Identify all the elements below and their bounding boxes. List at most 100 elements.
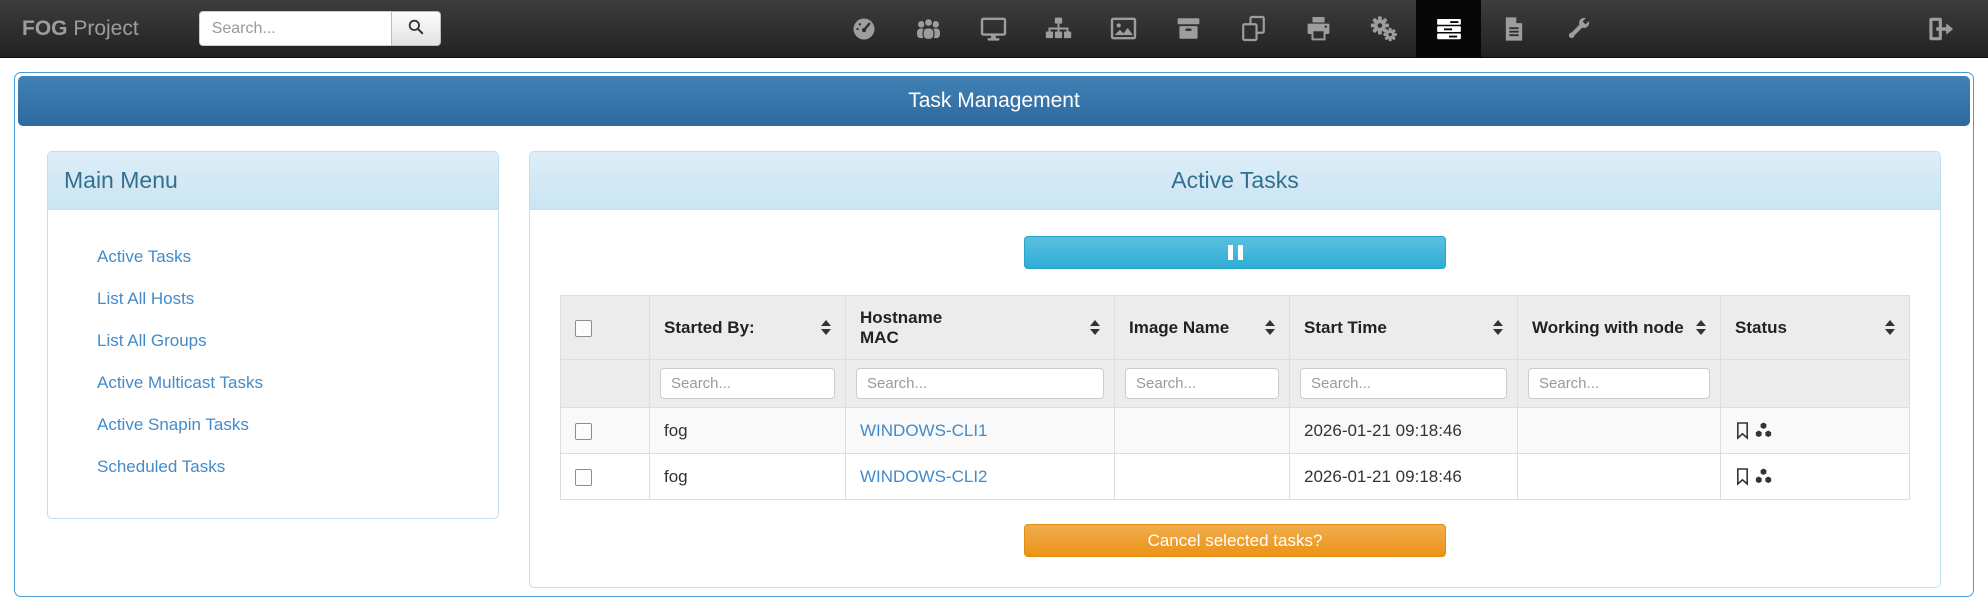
main-menu-body: Active Tasks List All Hosts List All Gro… bbox=[48, 210, 498, 518]
status-cell bbox=[1735, 421, 1895, 440]
service-gears-icon bbox=[1370, 16, 1397, 42]
search-input[interactable] bbox=[198, 11, 391, 46]
nav-configuration[interactable] bbox=[1546, 0, 1611, 58]
users-icon bbox=[917, 17, 940, 40]
table-filter-row bbox=[560, 359, 1910, 408]
nav-dashboard[interactable] bbox=[831, 0, 896, 58]
cubes-icon bbox=[1754, 421, 1773, 439]
table-row: fog WINDOWS-CLI1 2026-01-21 09:18:46 bbox=[560, 407, 1910, 454]
sort-start-time[interactable] bbox=[1493, 320, 1503, 335]
col-image-name: Image Name bbox=[1114, 295, 1290, 360]
col-status-label: Status bbox=[1735, 317, 1787, 337]
printer-icon bbox=[1307, 17, 1330, 41]
cell-image-name bbox=[1114, 453, 1290, 500]
col-working-with-node: Working with node bbox=[1517, 295, 1721, 360]
filter-image-name-input[interactable] bbox=[1125, 368, 1279, 399]
nav-hosts[interactable] bbox=[961, 0, 1026, 58]
top-navbar: FOG Project bbox=[0, 0, 1988, 58]
page-container: Task Management Main Menu Active Tasks L… bbox=[14, 72, 1974, 597]
filter-status-cell bbox=[1720, 359, 1910, 408]
search-button[interactable] bbox=[390, 11, 441, 46]
sort-working-with-node[interactable] bbox=[1696, 320, 1706, 335]
col-status: Status bbox=[1720, 295, 1910, 360]
active-tasks-table: Started By: Hostname MAC Image Name Star… bbox=[560, 295, 1910, 500]
nav-groups[interactable] bbox=[1026, 0, 1091, 58]
cell-started-by: fog bbox=[649, 453, 846, 500]
dashboard-icon bbox=[853, 18, 874, 39]
cell-working-with-node bbox=[1517, 407, 1721, 454]
filter-hostname-input[interactable] bbox=[856, 368, 1104, 399]
filter-working-with-node-input[interactable] bbox=[1528, 368, 1710, 399]
hostname-link[interactable]: WINDOWS-CLI1 bbox=[860, 421, 988, 440]
filter-start-time-input[interactable] bbox=[1300, 368, 1507, 399]
col-image-name-label: Image Name bbox=[1129, 317, 1230, 337]
sign-out-icon bbox=[1928, 17, 1953, 40]
active-tasks-heading: Active Tasks bbox=[530, 152, 1940, 210]
table-row: fog WINDOWS-CLI2 2026-01-21 09:18:46 bbox=[560, 453, 1910, 500]
col-mac-label: MAC bbox=[860, 327, 899, 347]
menu-item-scheduled-tasks[interactable]: Scheduled Tasks bbox=[48, 446, 498, 488]
nav-printers[interactable] bbox=[1286, 0, 1351, 58]
configuration-wrench-icon bbox=[1568, 17, 1590, 39]
row-checkbox[interactable] bbox=[575, 422, 592, 440]
nav-signout[interactable] bbox=[1907, 0, 1972, 58]
report-file-icon bbox=[1505, 16, 1522, 41]
col-start-time-label: Start Time bbox=[1304, 317, 1387, 337]
brand-bold: FOG bbox=[22, 16, 68, 40]
status-cell bbox=[1735, 467, 1895, 486]
nav-users[interactable] bbox=[896, 0, 961, 58]
brand[interactable]: FOG Project bbox=[22, 17, 139, 41]
sort-hostname[interactable] bbox=[1090, 320, 1100, 335]
menu-item-list-all-hosts[interactable]: List All Hosts bbox=[48, 278, 498, 320]
cell-start-time: 2026-01-21 09:18:46 bbox=[1289, 407, 1518, 454]
brand-rest: Project bbox=[67, 16, 139, 40]
menu-item-active-tasks[interactable]: Active Tasks bbox=[48, 236, 498, 278]
page-title: Task Management bbox=[908, 89, 1080, 112]
pause-icon bbox=[1227, 245, 1243, 260]
tasks-icon bbox=[1436, 18, 1461, 39]
col-started-by: Started By: bbox=[649, 295, 846, 360]
navbar-icon-menu bbox=[831, 0, 1611, 58]
cell-image-name bbox=[1114, 407, 1290, 454]
active-tasks-body: Started By: Hostname MAC Image Name Star… bbox=[530, 210, 1940, 587]
select-all-checkbox[interactable] bbox=[575, 319, 592, 337]
select-all-header bbox=[560, 295, 650, 360]
col-hostname-label: Hostname bbox=[860, 307, 943, 327]
nav-tasks[interactable] bbox=[1416, 0, 1481, 58]
sort-started-by[interactable] bbox=[821, 320, 831, 335]
hostname-link[interactable]: WINDOWS-CLI2 bbox=[860, 467, 988, 486]
storage-box-icon bbox=[1177, 18, 1200, 39]
menu-item-list-all-groups[interactable]: List All Groups bbox=[48, 320, 498, 362]
pause-button[interactable] bbox=[1024, 236, 1446, 269]
menu-item-active-multicast-tasks[interactable]: Active Multicast Tasks bbox=[48, 362, 498, 404]
cell-started-by: fog bbox=[649, 407, 846, 454]
row-checkbox[interactable] bbox=[575, 468, 592, 486]
main-menu-heading: Main Menu bbox=[48, 152, 498, 210]
nav-reports[interactable] bbox=[1481, 0, 1546, 58]
menu-item-active-snapin-tasks[interactable]: Active Snapin Tasks bbox=[48, 404, 498, 446]
images-icon bbox=[1110, 17, 1137, 40]
cell-working-with-node bbox=[1517, 453, 1721, 500]
col-start-time: Start Time bbox=[1289, 295, 1518, 360]
nav-images[interactable] bbox=[1091, 0, 1156, 58]
search-icon bbox=[408, 19, 423, 35]
cubes-icon bbox=[1754, 467, 1773, 485]
filter-started-by-input[interactable] bbox=[660, 368, 835, 399]
snapin-clone-icon bbox=[1242, 15, 1265, 42]
sort-image-name[interactable] bbox=[1265, 320, 1275, 335]
nav-service-settings[interactable] bbox=[1351, 0, 1416, 58]
main-menu-panel: Main Menu Active Tasks List All Hosts Li… bbox=[47, 151, 499, 519]
cell-start-time: 2026-01-21 09:18:46 bbox=[1289, 453, 1518, 500]
navbar-search bbox=[198, 11, 441, 46]
table-header-row: Started By: Hostname MAC Image Name Star… bbox=[560, 295, 1910, 360]
cancel-selected-tasks-button[interactable]: Cancel selected tasks? bbox=[1024, 524, 1446, 557]
col-started-by-label: Started By: bbox=[664, 317, 755, 337]
filter-checkbox-cell bbox=[560, 359, 650, 408]
host-display-icon bbox=[980, 17, 1007, 41]
nav-snapins[interactable] bbox=[1221, 0, 1286, 58]
nav-storage[interactable] bbox=[1156, 0, 1221, 58]
page-title-bar: Task Management bbox=[18, 76, 1970, 126]
active-tasks-panel: Active Tasks Started By: Hostname MAC Im… bbox=[529, 151, 1941, 588]
sort-status[interactable] bbox=[1885, 320, 1895, 335]
col-working-with-node-label: Working with node bbox=[1532, 317, 1684, 337]
